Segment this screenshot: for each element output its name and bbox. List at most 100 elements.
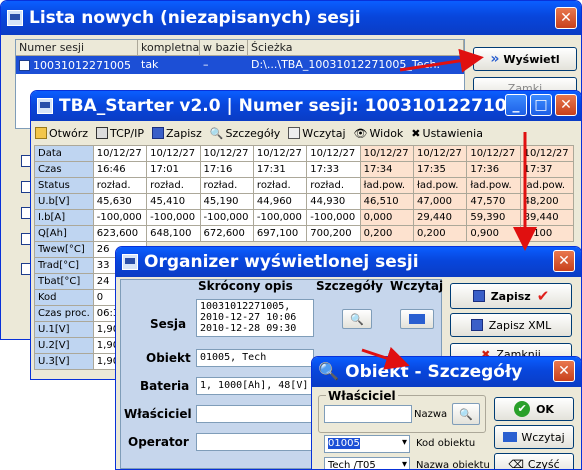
table-cell[interactable]: 17:34 — [359, 161, 415, 178]
session-grid-header: Numer sesji kompletna w bazie Ścieżka — [16, 40, 464, 56]
starter-titlebar[interactable]: TBA_Starter v2.0 | Numer sesji: 10031012… — [31, 91, 581, 121]
session-list-titlebar[interactable]: Lista nowych (niezapisanych) sesji — [1, 1, 581, 35]
label-sesja: Sesja — [150, 317, 187, 331]
table-cell[interactable]: 10/12/27 — [519, 145, 575, 162]
wyswietl-button[interactable]: » Wyświetl — [473, 47, 577, 71]
wlasciciel-name-input[interactable] — [324, 405, 412, 423]
table-cell[interactable]: ład.pow. — [466, 177, 521, 194]
zapisz-button[interactable]: Zapisz ✔ — [450, 283, 572, 309]
table-cell[interactable]: 2,100 — [519, 225, 575, 242]
toolbar-widok[interactable]: 👁 Widok — [354, 127, 404, 140]
table-cell[interactable]: 10/12/27 — [92, 145, 148, 162]
table-cell[interactable]: 0,200 — [359, 225, 415, 242]
magnifier-icon: 🔍 — [459, 407, 473, 421]
toolbar-zapisz[interactable]: Zapisz — [151, 127, 202, 140]
table-cell[interactable]: 17:33 — [306, 161, 361, 178]
col-kompletna[interactable]: kompletna — [138, 40, 200, 55]
table-cell[interactable]: 17:16 — [199, 161, 254, 178]
table-row[interactable]: 1003101227100​5 tak – D:\...\TBA_1003101… — [16, 56, 464, 74]
table-cell[interactable]: -100,000 — [252, 209, 308, 226]
table-cell[interactable]: 29,440 — [412, 209, 468, 226]
table-cell[interactable]: 0,000 — [359, 209, 415, 226]
table-cell[interactable]: 47,000 — [412, 193, 468, 210]
toolbar-tcpip[interactable]: TCP/IP — [96, 127, 144, 140]
table-cell[interactable]: 10/12/27 — [199, 145, 254, 162]
table-cell[interactable]: 89,440 — [519, 209, 575, 226]
table-cell[interactable]: 0,900 — [466, 225, 521, 242]
session-list-title: Lista nowych (niezapisanych) sesji — [29, 8, 361, 28]
table-cell[interactable]: 45,630 — [92, 193, 148, 210]
col-w-bazie[interactable]: w bazie — [200, 40, 248, 55]
table-cell[interactable]: rozład. — [199, 177, 254, 194]
table-cell[interactable]: 47,570 — [466, 193, 521, 210]
czysc-button[interactable]: ⌫ Czyść — [494, 453, 574, 469]
row-label: Q[Ah] — [34, 225, 94, 242]
zapisz-xml-button[interactable]: Zapisz XML — [450, 313, 572, 337]
table-cell[interactable]: 10/12/27 — [412, 145, 468, 162]
organizer-titlebar[interactable]: Organizer wyświetlonej sesji — [116, 247, 581, 277]
table-cell[interactable]: 59,390 — [466, 209, 521, 226]
close-icon[interactable]: ✕ — [553, 250, 575, 272]
close-icon[interactable]: ✕ — [555, 94, 577, 116]
table-cell[interactable]: 10/12/27 — [466, 145, 521, 162]
table-cell[interactable]: 697,100 — [252, 225, 308, 242]
table-cell[interactable]: 17:36 — [466, 161, 521, 178]
table-cell[interactable]: 623,600 — [92, 225, 148, 242]
wczytaj-button[interactable]: Wczytaj — [494, 425, 574, 449]
wlasciciel-group-label: Właściciel — [326, 389, 398, 403]
table-cell[interactable]: 45,410 — [146, 193, 201, 210]
toolbar-ustawienia[interactable]: ✖ Ustawienia — [411, 127, 483, 140]
table-cell[interactable]: -100,000 — [306, 209, 361, 226]
bateria-description: 1, 1000[Ah], 48[V] — [196, 377, 314, 395]
minimize-icon[interactable]: _ — [505, 94, 527, 116]
table-cell[interactable]: 44,930 — [306, 193, 361, 210]
maximize-icon[interactable]: □ — [530, 94, 552, 116]
table-cell[interactable]: 648,100 — [146, 225, 201, 242]
toolbar-szczegoly[interactable]: 🔍 Szczegóły — [210, 127, 280, 140]
toolbar-otworz[interactable]: Otwórz — [35, 127, 88, 140]
table-cell[interactable]: ład.pow. — [412, 177, 468, 194]
table-cell[interactable]: 17:37 — [519, 161, 575, 178]
ok-button[interactable]: ✔ OK — [494, 397, 574, 421]
table-cell[interactable]: rozład. — [306, 177, 361, 194]
object-details-titlebar[interactable]: 🔍 Obiekt - Szczegóły — [312, 357, 581, 387]
table-cell[interactable]: rozład. — [252, 177, 308, 194]
row-label: I.b[A] — [34, 209, 94, 226]
table-cell[interactable]: rozład. — [92, 177, 148, 194]
table-cell[interactable]: rozład. — [146, 177, 201, 194]
table-cell[interactable]: 10/12/27 — [359, 145, 415, 162]
tools-icon: ✖ — [411, 126, 421, 140]
table-cell[interactable]: ład.pow. — [519, 177, 575, 194]
table-cell[interactable]: 17:31 — [252, 161, 308, 178]
row-checkbox[interactable] — [19, 59, 30, 71]
nazwa-obiektu-select[interactable]: Tech /T05 ▾ — [324, 457, 410, 469]
table-cell[interactable]: 672,600 — [199, 225, 254, 242]
table-cell[interactable]: 46,510 — [359, 193, 415, 210]
table-cell[interactable]: 48,200 — [519, 193, 575, 210]
table-cell[interactable]: 10/12/27 — [252, 145, 308, 162]
row-label: Twew[°C] — [34, 241, 94, 258]
table-cell[interactable]: 10/12/27 — [306, 145, 361, 162]
toolbar-wczytaj[interactable]: Wczytaj — [288, 127, 346, 140]
kod-obiektu-select[interactable]: 01005 ▾ — [324, 435, 410, 453]
table-cell[interactable]: 10/12/27 — [146, 145, 201, 162]
wlasciciel-search-button[interactable]: 🔍 — [452, 403, 480, 425]
close-icon[interactable]: ✕ — [553, 360, 575, 382]
close-icon[interactable]: ✕ — [555, 7, 577, 29]
sesja-load-button[interactable] — [400, 309, 434, 329]
table-cell[interactable]: -100,000 — [199, 209, 254, 226]
eye-icon: 👁 — [353, 126, 368, 140]
col-numer-sesji[interactable]: Numer sesji — [16, 40, 138, 55]
col-sciezka[interactable]: Ścieżka — [248, 40, 464, 55]
table-cell[interactable]: ład.pow. — [359, 177, 415, 194]
table-cell[interactable]: 44,960 — [252, 193, 308, 210]
table-cell[interactable]: 17:35 — [412, 161, 468, 178]
sesja-details-button[interactable]: 🔍 — [342, 309, 372, 329]
table-cell[interactable]: 700,200 — [306, 225, 361, 242]
table-cell[interactable]: 0,200 — [412, 225, 468, 242]
table-cell[interactable]: 17:01 — [146, 161, 201, 178]
table-cell[interactable]: 45,190 — [199, 193, 254, 210]
table-cell[interactable]: -100,000 — [146, 209, 201, 226]
table-cell[interactable]: -100,000 — [92, 209, 148, 226]
table-cell[interactable]: 16:46 — [92, 161, 148, 178]
